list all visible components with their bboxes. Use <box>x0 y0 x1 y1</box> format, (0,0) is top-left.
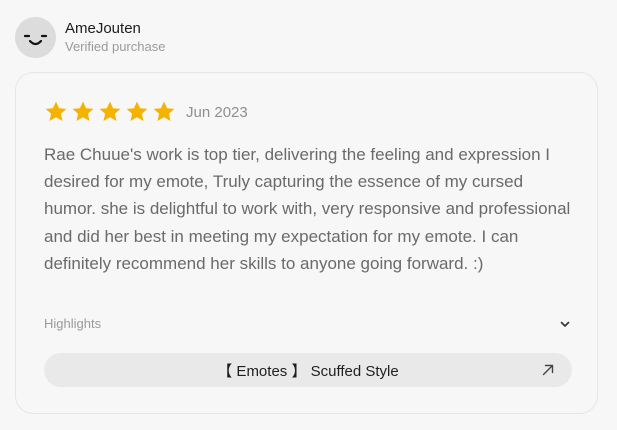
rating-row: Jun 2023 <box>44 100 248 124</box>
star-rating <box>44 100 179 124</box>
chevron-down-icon <box>560 321 570 327</box>
highlights-toggle[interactable]: Highlights <box>44 316 572 331</box>
review-card: Jun 2023 Rae Chuue's work is top tier, d… <box>15 72 598 414</box>
review-date: Jun 2023 <box>186 103 248 121</box>
smiley-face-icon <box>15 17 56 58</box>
star-icon <box>99 101 121 121</box>
review-page: AmeJouten Verified purchase Jun 2023 Rae… <box>0 0 617 430</box>
arrow-up-right-icon <box>542 364 554 376</box>
product-name: 【 Emotes 】 Scuffed Style <box>217 362 399 380</box>
star-icon <box>126 101 148 121</box>
reviewer-name: AmeJouten <box>65 20 141 37</box>
review-text: Rae Chuue's work is top tier, delivering… <box>44 145 571 273</box>
reviewer-info: AmeJouten Verified purchase <box>65 19 165 56</box>
verified-purchase-label: Verified purchase <box>65 39 166 54</box>
avatar <box>15 17 56 58</box>
star-icon <box>72 101 94 121</box>
reviewer-header: AmeJouten Verified purchase <box>15 17 165 58</box>
star-icon <box>45 101 67 121</box>
star-icon <box>153 101 175 121</box>
product-link-button[interactable]: 【 Emotes 】 Scuffed Style <box>44 353 572 387</box>
highlights-label: Highlights <box>44 316 102 331</box>
